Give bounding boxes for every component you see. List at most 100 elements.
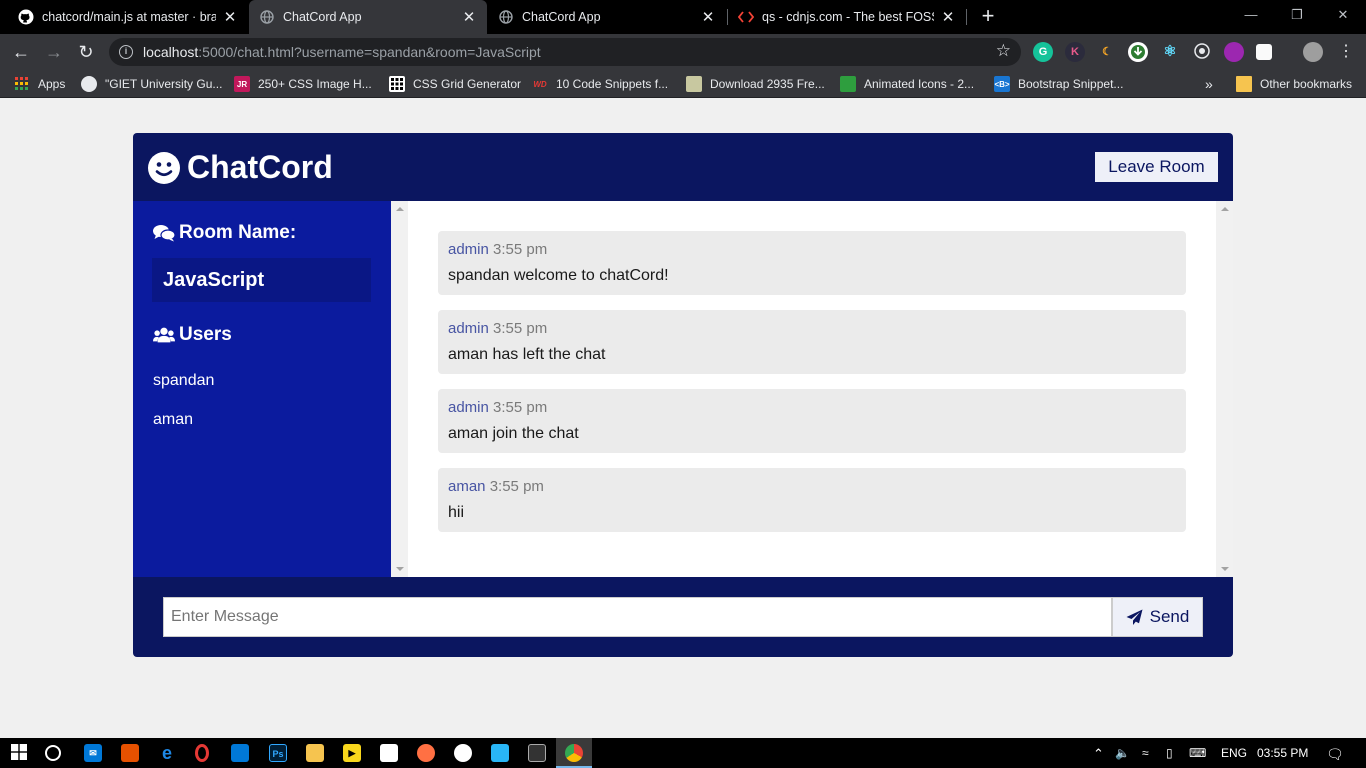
notes-extension-icon[interactable]: [1256, 44, 1272, 60]
search-icon[interactable]: [45, 745, 61, 761]
bookmark-label: CSS Grid Generator: [413, 77, 522, 91]
settings-app-icon[interactable]: [491, 744, 509, 762]
keyboard-icon[interactable]: ⌨: [1189, 746, 1206, 760]
scroll-up-icon[interactable]: [396, 207, 404, 211]
animated-icons-icon: [840, 76, 856, 92]
tab-cdnjs[interactable]: qs - cdnjs.com - The best FOSS C ✕: [728, 0, 966, 34]
download-manager-extension-icon[interactable]: [1128, 42, 1148, 62]
tray-chevron-icon[interactable]: ⌃: [1093, 746, 1104, 762]
window-close-icon[interactable]: ✕: [1320, 0, 1366, 30]
grid-icon: [389, 76, 405, 92]
close-icon[interactable]: ✕: [700, 8, 716, 26]
photoshop-icon[interactable]: Ps: [269, 744, 287, 762]
forward-icon[interactable]: →: [42, 40, 66, 64]
minimize-icon[interactable]: —: [1228, 0, 1274, 30]
bookmark-bootstrap-snippets[interactable]: <B> Bootstrap Snippet...: [994, 76, 1123, 92]
message-text: hii: [448, 504, 465, 521]
globe-icon: [498, 9, 514, 25]
target-extension-icon[interactable]: [1192, 42, 1212, 62]
scroll-down-icon[interactable]: [396, 567, 404, 571]
action-center-icon[interactable]: 🗨: [1326, 746, 1344, 763]
close-icon[interactable]: ✕: [461, 8, 477, 26]
close-icon[interactable]: ✕: [222, 8, 238, 26]
tab-title: chatcord/main.js at master · brad: [42, 10, 216, 24]
bookmarks-overflow-button[interactable]: »: [1205, 76, 1213, 92]
message-author: admin: [448, 241, 489, 258]
wifi-icon[interactable]: ≈: [1142, 746, 1149, 760]
bookmark-label: Bootstrap Snippet...: [1018, 77, 1124, 91]
bookmark-label: "GIET University Gu...: [105, 77, 223, 91]
opera-icon[interactable]: [195, 744, 209, 762]
moon-extension-icon[interactable]: ☾: [1097, 42, 1117, 62]
language-indicator[interactable]: ENG: [1221, 746, 1247, 760]
site-info-icon[interactable]: i: [119, 45, 133, 59]
windows-start-icon[interactable]: [10, 744, 28, 762]
restore-icon[interactable]: ❐: [1274, 0, 1320, 30]
message-time: 3:55 pm: [493, 399, 548, 416]
message-input[interactable]: [163, 597, 1112, 637]
scroll-down-icon[interactable]: [1221, 567, 1229, 571]
edge-icon[interactable]: e: [158, 744, 176, 762]
leave-room-button[interactable]: Leave Room: [1095, 152, 1218, 182]
profile-avatar[interactable]: [1303, 42, 1323, 62]
vscode-icon[interactable]: [231, 744, 249, 762]
tab-title: qs - cdnjs.com - The best FOSS C: [762, 10, 934, 24]
message-time: 3:55 pm: [493, 241, 548, 258]
bookmark-apps[interactable]: Apps: [14, 76, 65, 92]
battery-icon[interactable]: ▯: [1166, 746, 1173, 760]
new-tab-button[interactable]: +: [976, 4, 1000, 28]
chrome-icon[interactable]: [565, 744, 583, 762]
volume-icon[interactable]: 🔈: [1115, 746, 1130, 760]
bookmark-download-icons[interactable]: Download 2935 Fre...: [686, 76, 825, 92]
file-explorer-icon[interactable]: [306, 744, 324, 762]
bookmark-giet[interactable]: "GIET University Gu...: [81, 76, 222, 92]
close-icon[interactable]: ✕: [940, 8, 956, 26]
scroll-up-icon[interactable]: [1221, 207, 1229, 211]
bookmark-label: 10 Code Snippets f...: [556, 77, 669, 91]
browser-menu-icon[interactable]: ⋮: [1334, 40, 1358, 64]
terminal-icon[interactable]: [528, 744, 546, 762]
back-icon[interactable]: ←: [9, 40, 33, 64]
bookmark-label: Animated Icons - 2...: [864, 77, 975, 91]
colorzilla-extension-icon[interactable]: [1224, 42, 1244, 62]
chat-messages[interactable]: admin 3:55 pm spandan welcome to chatCor…: [391, 201, 1233, 577]
system-clock[interactable]: 03:55 PM: [1257, 746, 1308, 760]
bookmark-label: 250+ CSS Image H...: [258, 77, 372, 91]
bookmark-star-icon[interactable]: ☆: [996, 41, 1011, 61]
users-icon: [153, 327, 175, 343]
tab-chatcord-app[interactable]: ChatCord App ✕: [488, 0, 726, 34]
send-button[interactable]: Send: [1112, 597, 1203, 637]
reload-icon[interactable]: ↻: [74, 40, 98, 64]
mail-icon[interactable]: ✉: [84, 744, 102, 762]
address-bar[interactable]: i localhost:5000/chat.html?username=span…: [109, 38, 1021, 66]
users-heading: Users: [153, 324, 232, 346]
app-icon[interactable]: [417, 744, 435, 762]
room-name-label: Room Name:: [179, 222, 297, 243]
grammarly-extension-icon[interactable]: G: [1033, 42, 1053, 62]
message-meta: admin 3:55 pm: [448, 399, 547, 416]
android-studio-icon[interactable]: [380, 744, 398, 762]
message-author: admin: [448, 320, 489, 337]
scrollbar[interactable]: [1216, 201, 1233, 577]
k-extension-icon[interactable]: K: [1065, 42, 1085, 62]
scrollbar[interactable]: [391, 201, 408, 577]
tab-github-main-js[interactable]: chatcord/main.js at master · brad ✕: [8, 0, 248, 34]
image-icon: [686, 76, 702, 92]
room-name-heading: Room Name:: [153, 222, 296, 244]
bookmark-css-grid-generator[interactable]: CSS Grid Generator: [389, 76, 521, 92]
message-text: aman has left the chat: [448, 346, 606, 363]
app-icon[interactable]: [121, 744, 139, 762]
other-bookmarks-folder[interactable]: Other bookmarks: [1236, 76, 1352, 92]
bookmark-label: Apps: [38, 77, 66, 91]
tab-title: ChatCord App: [283, 10, 362, 24]
bookmark-code-snippets[interactable]: WD 10 Code Snippets f...: [532, 76, 668, 92]
tab-chatcord-app-active[interactable]: ChatCord App ✕: [249, 0, 487, 34]
bookmark-css-image-hover[interactable]: JR 250+ CSS Image H...: [234, 76, 372, 92]
react-devtools-icon[interactable]: ⚛: [1160, 42, 1180, 62]
media-player-icon[interactable]: ▶: [343, 744, 361, 762]
globe-icon: [81, 76, 97, 92]
mongodb-compass-icon[interactable]: [454, 744, 472, 762]
brand-logo: ChatCord: [148, 149, 333, 186]
globe-icon: [259, 9, 275, 25]
bookmark-animated-icons[interactable]: Animated Icons - 2...: [840, 76, 974, 92]
